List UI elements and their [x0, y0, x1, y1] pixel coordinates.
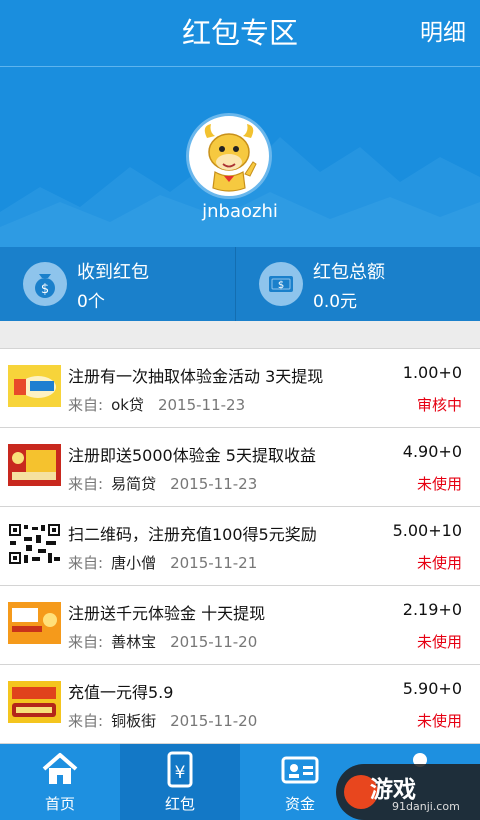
top-bar: 红包专区 明细: [0, 0, 480, 67]
item-status: 未使用: [416, 712, 462, 730]
item-title: 注册送千元体验金 十天提现: [68, 604, 266, 623]
item-status: 审核中: [416, 396, 462, 414]
item-title: 充值一元得5.9: [68, 683, 174, 702]
money-bag-icon: $: [23, 262, 67, 306]
item-meta: 来自: 善林宝 2015-11-20: [68, 631, 257, 652]
id-card-icon: [281, 756, 319, 784]
avatar[interactable]: [186, 113, 272, 199]
item-date: 2015-11-20: [170, 712, 258, 730]
redpacket-list: 注册有一次抽取体验金活动 3天提现 来自: ok贷 2015-11-23 1.00+…: [0, 348, 480, 744]
item-source: ok贷: [111, 396, 144, 414]
svg-text:$: $: [41, 282, 49, 297]
tab-home[interactable]: 首页: [0, 744, 120, 820]
list-item[interactable]: 注册有一次抽取体验金活动 3天提现 来自: ok贷 2015-11-23 1.00+…: [0, 348, 480, 427]
item-meta: 来自: 唐小僧 2015-11-21: [68, 552, 257, 573]
item-amount: 4.90+0: [402, 442, 462, 461]
item-source: 唐小僧: [111, 554, 157, 572]
promo-thumbnail-icon: [8, 444, 61, 486]
item-date: 2015-11-21: [170, 554, 258, 572]
item-source: 铜板街: [111, 712, 157, 730]
from-label: 来自:: [68, 554, 104, 572]
item-source: 善林宝: [111, 633, 157, 651]
tab-redpacket[interactable]: ¥ 红包: [120, 744, 240, 820]
received-value: 0个: [77, 292, 105, 312]
item-amount: 1.00+0: [402, 363, 462, 382]
from-label: 来自:: [68, 475, 104, 493]
item-amount: 2.19+0: [402, 600, 462, 619]
list-item[interactable]: 注册送千元体验金 十天提现 来自: 善林宝 2015-11-20 2.19+0 未使…: [0, 585, 480, 664]
item-date: 2015-11-23: [157, 396, 246, 414]
item-title: 注册有一次抽取体验金活动 3天提现: [68, 367, 324, 386]
detail-button[interactable]: 明细: [420, 0, 466, 66]
total-value: 0.0元: [313, 292, 358, 312]
list-item[interactable]: 扫二维码，注册充值100得5元奖励 来自: 唐小僧 2015-11-21 5.00+…: [0, 506, 480, 585]
item-date: 2015-11-20: [170, 633, 258, 651]
promo-thumbnail-icon: [8, 681, 61, 723]
item-meta: 来自: 易简贷 2015-11-23: [68, 473, 257, 494]
received-stat[interactable]: $ 收到红包 0个: [0, 247, 240, 321]
item-meta: 来自: ok贷 2015-11-23: [68, 394, 245, 415]
item-source: 易简贷: [111, 475, 157, 493]
page-title: 红包专区: [181, 16, 298, 50]
item-amount: 5.90+0: [402, 679, 462, 698]
redpacket-icon: ¥: [167, 751, 193, 788]
cash-icon: $: [259, 262, 303, 306]
watermark-brand: 游戏: [370, 777, 416, 803]
from-label: 来自:: [68, 396, 104, 414]
username: jnbaozhi: [202, 201, 278, 222]
item-title: 注册即送5000体验金 5天提取收益: [68, 446, 316, 465]
tab-home-label: 首页: [44, 795, 75, 813]
svg-text:$: $: [278, 280, 284, 291]
svg-text:¥: ¥: [175, 763, 186, 783]
watermark: 游戏 91danji.com: [336, 764, 480, 820]
stats-bar: $ 收到红包 0个 $ 红包总额 0.0元: [0, 247, 480, 321]
item-meta: 来自: 铜板街 2015-11-20: [68, 710, 257, 731]
total-stat[interactable]: $ 红包总额 0.0元: [236, 247, 476, 321]
received-label: 收到红包: [77, 262, 149, 283]
tab-redpacket-label: 红包: [164, 795, 195, 813]
profile-banner: jnbaozhi: [0, 67, 480, 247]
watermark-url: 91danji.com: [392, 800, 460, 813]
qr-code-icon: [8, 523, 61, 565]
item-status: 未使用: [416, 633, 462, 651]
total-label: 红包总额: [313, 262, 385, 283]
bull-mascot-icon: [204, 124, 257, 192]
list-item[interactable]: 充值一元得5.9 来自: 铜板街 2015-11-20 5.90+0 未使用: [0, 664, 480, 744]
item-amount: 5.00+10: [392, 521, 462, 540]
promo-thumbnail-icon: [8, 365, 61, 407]
promo-thumbnail-icon: [8, 602, 61, 644]
item-date: 2015-11-23: [170, 475, 258, 493]
item-status: 未使用: [416, 475, 462, 493]
item-status: 未使用: [416, 554, 462, 572]
list-item[interactable]: 注册即送5000体验金 5天提取收益 来自: 易简贷 2015-11-23 4.90…: [0, 427, 480, 506]
item-title: 扫二维码，注册充值100得5元奖励: [68, 525, 317, 544]
from-label: 来自:: [68, 633, 104, 651]
from-label: 来自:: [68, 712, 104, 730]
home-icon: [42, 753, 78, 784]
